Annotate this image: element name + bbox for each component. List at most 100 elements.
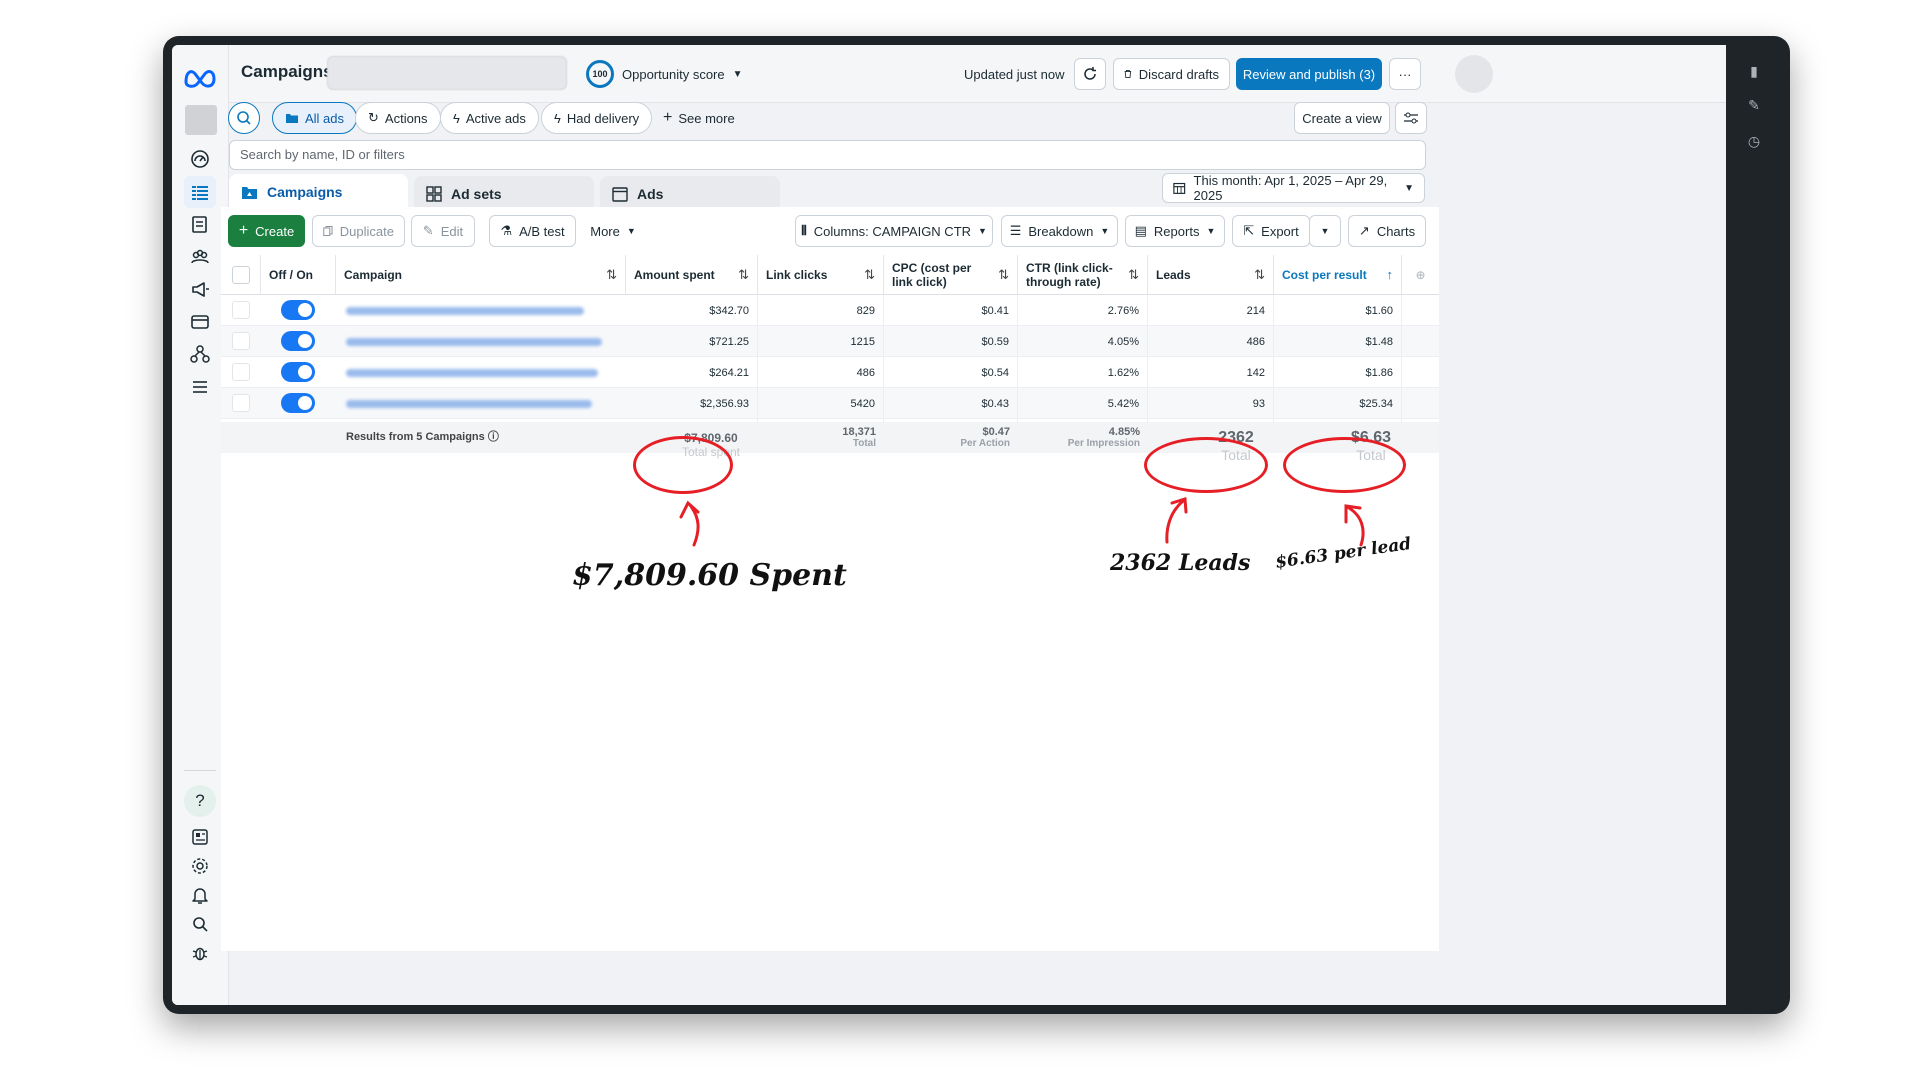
sort-icon[interactable]: ⇅ bbox=[1128, 267, 1139, 282]
sort-icon[interactable]: ⇅ bbox=[1254, 267, 1265, 282]
edit-pencil-icon[interactable]: ✎ bbox=[1746, 97, 1762, 113]
total-ctr-sub: Per Impression bbox=[1067, 438, 1140, 449]
user-avatar[interactable] bbox=[1455, 55, 1493, 93]
export-dropdown-button[interactable]: ▼ bbox=[1309, 215, 1341, 247]
campaigns-table-icon[interactable] bbox=[184, 176, 216, 208]
columns-button[interactable]: ⦀ Columns: CAMPAIGN CTR ▼ bbox=[795, 215, 993, 247]
date-range-picker[interactable]: This month: Apr 1, 2025 – Apr 29, 2025 ▼ bbox=[1162, 173, 1425, 203]
campaign-toggle[interactable] bbox=[281, 393, 315, 413]
megaphone-icon[interactable] bbox=[184, 273, 216, 305]
search-icon[interactable] bbox=[184, 908, 216, 940]
filter-actions-label: Actions bbox=[384, 110, 428, 126]
help-icon[interactable]: ? bbox=[184, 785, 216, 817]
more-actions-button[interactable]: More ▼ bbox=[583, 215, 643, 247]
business-assets-icon[interactable] bbox=[184, 338, 216, 370]
filter-had-delivery[interactable]: ϟ Had delivery bbox=[541, 102, 653, 134]
header-off-on[interactable]: Off / On bbox=[261, 255, 336, 295]
totals-label: Results from 5 Campaigns ⓘ bbox=[336, 422, 626, 453]
header-ctr[interactable]: CTR (link click-through rate) ⇅ bbox=[1018, 255, 1148, 295]
cell-clicks: 486 bbox=[758, 357, 884, 388]
discard-drafts-button[interactable]: Discard drafts bbox=[1113, 58, 1230, 90]
ab-test-button[interactable]: ⚗ A/B test bbox=[489, 215, 576, 247]
select-all-checkbox[interactable] bbox=[232, 266, 250, 284]
header-link-clicks[interactable]: Link clicks ⇅ bbox=[758, 255, 884, 295]
row-checkbox[interactable] bbox=[232, 363, 250, 381]
table-row[interactable]: $342.70 829 $0.41 2.76% 214 $1.60 bbox=[221, 295, 1439, 326]
account-selector[interactable] bbox=[327, 56, 567, 90]
news-icon[interactable] bbox=[184, 821, 216, 853]
settings-gear-icon[interactable] bbox=[184, 850, 216, 882]
more-options-button[interactable]: ··· bbox=[1389, 58, 1421, 90]
create-button[interactable]: + Create bbox=[228, 215, 305, 247]
audiences-icon[interactable] bbox=[184, 241, 216, 273]
duplicate-button[interactable]: Duplicate bbox=[312, 215, 405, 247]
sort-icon[interactable]: ⇅ bbox=[606, 267, 617, 282]
total-clicks-value: 18,371 bbox=[842, 426, 876, 438]
see-more-label: See more bbox=[678, 110, 735, 126]
campaign-toggle[interactable] bbox=[281, 300, 315, 320]
campaign-name-link[interactable] bbox=[346, 400, 592, 408]
cell-amount: $2,356.93 bbox=[626, 388, 758, 419]
header-campaign[interactable]: Campaign ⇅ bbox=[336, 255, 626, 295]
export-label: Export bbox=[1261, 223, 1299, 239]
refresh-button[interactable] bbox=[1074, 58, 1106, 90]
campaign-toggle[interactable] bbox=[281, 362, 315, 382]
add-column-icon[interactable]: ⊕ bbox=[1402, 255, 1439, 295]
edit-button[interactable]: ✎ Edit bbox=[411, 215, 475, 247]
pages-icon[interactable] bbox=[184, 208, 216, 240]
account-avatar[interactable] bbox=[185, 105, 217, 135]
table-row[interactable]: $264.21 486 $0.54 1.62% 142 $1.86 bbox=[221, 357, 1439, 388]
export-button[interactable]: ⇱ Export bbox=[1232, 215, 1310, 247]
review-publish-button[interactable]: Review and publish (3) bbox=[1236, 58, 1382, 90]
cell-cpc: $0.59 bbox=[884, 326, 1018, 357]
header-cpc-label: CPC (cost per link click) bbox=[892, 260, 972, 289]
reports-icon: ▤ bbox=[1134, 223, 1147, 238]
sort-ascending-icon[interactable]: ↑ bbox=[1387, 267, 1394, 282]
reports-button[interactable]: ▤ Reports ▼ bbox=[1125, 215, 1225, 247]
billing-icon[interactable] bbox=[184, 306, 216, 338]
notifications-bell-icon[interactable] bbox=[184, 879, 216, 911]
filter-all-ads-label: All ads bbox=[305, 110, 345, 126]
create-view-label: Create a view bbox=[1302, 110, 1382, 126]
row-checkbox[interactable] bbox=[232, 394, 250, 412]
header-leads[interactable]: Leads ⇅ bbox=[1148, 255, 1274, 295]
campaign-name-link[interactable] bbox=[346, 369, 598, 377]
total-cpc-value: $0.47 bbox=[982, 426, 1010, 438]
header-off-on-label: Off / On bbox=[269, 267, 313, 282]
header-cost-per-result[interactable]: Cost per result ↑ bbox=[1274, 255, 1402, 295]
campaign-name-link[interactable] bbox=[346, 307, 584, 315]
menu-icon[interactable] bbox=[184, 371, 216, 403]
campaign-toggle[interactable] bbox=[281, 331, 315, 351]
filter-actions[interactable]: ↻ Actions bbox=[355, 102, 441, 134]
campaign-name-link[interactable] bbox=[346, 338, 602, 346]
tab-campaigns[interactable]: Campaigns bbox=[229, 174, 408, 210]
row-checkbox[interactable] bbox=[232, 332, 250, 350]
bug-report-icon[interactable] bbox=[184, 937, 216, 969]
dashboard-icon[interactable] bbox=[184, 143, 216, 175]
info-icon[interactable]: ⓘ bbox=[488, 431, 499, 443]
row-checkbox[interactable] bbox=[232, 301, 250, 319]
history-clock-icon[interactable]: ◷ bbox=[1746, 133, 1762, 149]
filter-active-ads[interactable]: ϟ Active ads bbox=[440, 102, 539, 134]
sort-icon[interactable]: ⇅ bbox=[998, 267, 1009, 282]
table-row[interactable]: $2,356.93 5420 $0.43 5.42% 93 $25.34 bbox=[221, 388, 1439, 419]
table-row[interactable]: $721.25 1215 $0.59 4.05% 486 $1.48 bbox=[221, 326, 1439, 357]
sort-icon[interactable]: ⇅ bbox=[738, 267, 749, 282]
opportunity-score[interactable]: 100 Opportunity score ▼ bbox=[586, 59, 743, 89]
filter-search-button[interactable] bbox=[228, 102, 260, 134]
breakdown-icon: ☰ bbox=[1009, 223, 1022, 238]
filter-all-ads[interactable]: All ads bbox=[272, 102, 358, 134]
see-more-filters[interactable]: + See more bbox=[650, 102, 748, 134]
review-publish-label: Review and publish (3) bbox=[1242, 66, 1376, 82]
create-view-button[interactable]: Create a view bbox=[1294, 102, 1390, 134]
meta-logo-icon[interactable] bbox=[182, 65, 218, 89]
breakdown-button[interactable]: ☰ Breakdown ▼ bbox=[1001, 215, 1118, 247]
export-icon: ⇱ bbox=[1243, 223, 1255, 238]
view-settings-button[interactable] bbox=[1395, 102, 1427, 134]
header-amount-spent[interactable]: Amount spent ⇅ bbox=[626, 255, 758, 295]
sort-icon[interactable]: ⇅ bbox=[864, 267, 875, 282]
search-input[interactable]: Search by name, ID or filters bbox=[229, 140, 1426, 170]
charts-button[interactable]: ↗ Charts bbox=[1348, 215, 1426, 247]
stats-bars-icon[interactable]: ▮ bbox=[1746, 63, 1762, 79]
header-cpc[interactable]: CPC (cost per link click) ⇅ bbox=[884, 255, 1018, 295]
